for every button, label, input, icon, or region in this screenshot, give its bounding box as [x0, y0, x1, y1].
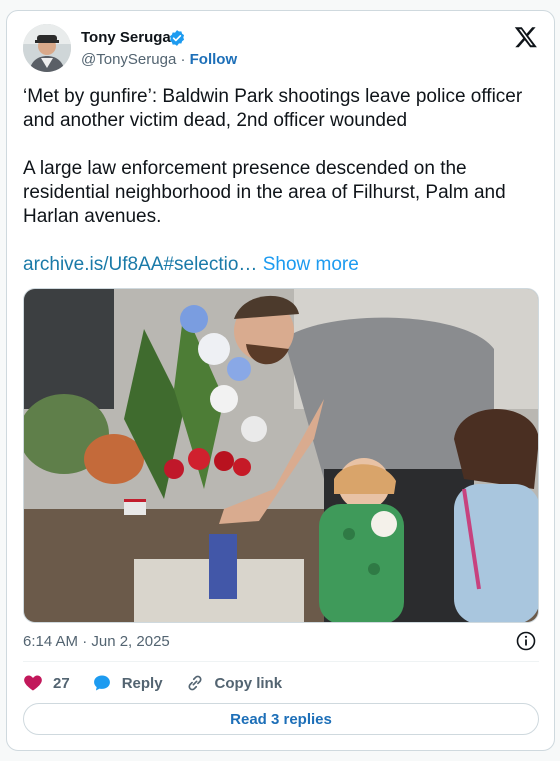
avatar[interactable] — [23, 24, 71, 72]
heart-icon — [24, 675, 42, 691]
copy-link-button[interactable]: Copy link — [185, 673, 283, 693]
verified-badge-icon — [168, 29, 186, 47]
follow-button[interactable]: Follow — [190, 51, 238, 68]
action-bar: 27 Reply Copy link — [23, 671, 304, 695]
show-more-link[interactable]: Show more — [263, 254, 359, 275]
like-count: 27 — [53, 674, 70, 692]
timestamp[interactable]: 6:14 AM · Jun 2, 2025 — [23, 633, 170, 650]
tweet-link[interactable]: archive.is/Uf8AA#selectio… — [23, 254, 257, 275]
tweet-text: ‘Met by gunfire’: Baldwin Park shootings… — [23, 85, 543, 277]
tweet-card: Tony Seruga @TonySeruga · Follow ‘Met by… — [6, 10, 555, 751]
tweet-photo[interactable] — [23, 288, 539, 623]
reply-button[interactable]: Reply — [92, 673, 163, 693]
tweet-body: A large law enforcement presence descend… — [23, 158, 506, 227]
separator-dot: · — [180, 51, 186, 68]
reply-label: Reply — [121, 674, 163, 692]
author-meta-row: @TonySeruga · Follow — [81, 51, 237, 68]
divider — [23, 661, 539, 662]
x-logo-icon[interactable] — [514, 25, 538, 49]
tweet-headline: ‘Met by gunfire’: Baldwin Park shootings… — [23, 86, 523, 131]
reply-bubble-icon — [93, 675, 110, 691]
link-icon — [188, 675, 202, 691]
info-icon[interactable] — [516, 631, 536, 651]
read-replies-button[interactable]: Read 3 replies — [23, 703, 539, 735]
copy-link-label: Copy link — [214, 674, 283, 692]
author-name[interactable]: Tony Seruga — [81, 29, 171, 46]
author-handle[interactable]: @TonySeruga — [81, 51, 176, 68]
like-button[interactable]: 27 — [23, 673, 70, 693]
